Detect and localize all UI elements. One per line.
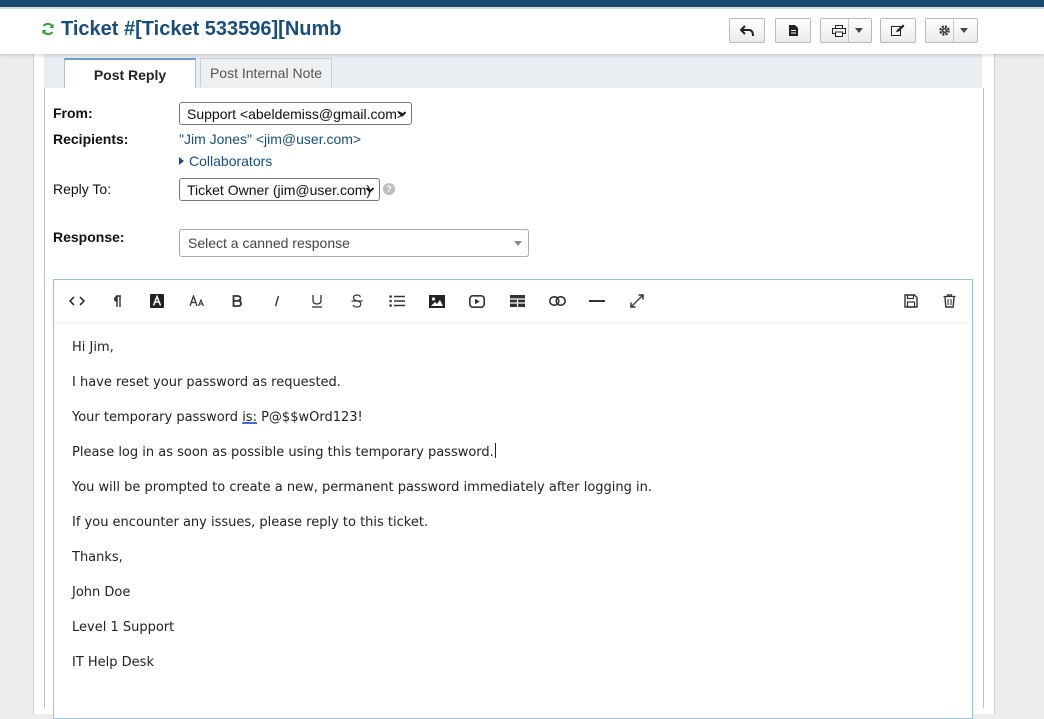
strikethrough-button[interactable] (347, 291, 367, 311)
chevron-down-icon (397, 111, 407, 117)
bulleted-list-button[interactable] (387, 291, 407, 311)
document-icon (788, 25, 798, 36)
from-select[interactable]: Support <abeldemiss@gmail.com> (179, 102, 412, 125)
recipients-label: Recipients: (53, 131, 129, 147)
chevron-down-icon[interactable] (959, 28, 968, 33)
message-line: I have reset your password as requested. (72, 375, 341, 390)
bold-button[interactable] (227, 291, 247, 311)
font-color-icon (150, 294, 164, 308)
message-line: Your temporary password is: P@$$wOrd123! (72, 408, 952, 443)
insert-image-button[interactable] (427, 291, 447, 311)
message-text: P@$$wOrd123! (256, 410, 363, 425)
chevron-down-icon (365, 187, 375, 193)
fullscreen-button[interactable] (627, 291, 647, 311)
strikethrough-icon (351, 294, 363, 308)
code-view-button[interactable] (67, 291, 87, 311)
reply-to-label: Reply To: (53, 181, 112, 197)
ticket-header: Ticket #[Ticket 533596][Numb (0, 9, 1044, 54)
message-line: Please log in as soon as possible using … (72, 443, 952, 478)
message-line: You will be prompted to create a new, pe… (72, 480, 653, 495)
italic-button[interactable] (267, 291, 287, 311)
tab-label: Post Reply (93, 66, 167, 83)
table-icon (509, 295, 525, 307)
message-line: If you encounter any issues, please repl… (72, 515, 429, 530)
font-size-icon (189, 295, 205, 307)
insert-video-button[interactable] (467, 291, 487, 311)
text-color-button[interactable] (147, 291, 167, 311)
response-label: Response: (53, 229, 125, 245)
canned-response-select[interactable]: Select a canned response (179, 229, 529, 257)
save-icon (904, 294, 918, 308)
edit-icon (891, 24, 905, 36)
image-icon (429, 294, 445, 308)
help-icon[interactable]: ? (383, 183, 395, 195)
message-text: Your temporary password (72, 410, 243, 425)
rich-text-editor[interactable]: Hi Jim, I have reset your password as re… (53, 279, 973, 719)
collaborators-label: Collaborators (189, 153, 273, 169)
from-label: From: (53, 105, 93, 121)
settings-button[interactable] (925, 18, 978, 43)
reply-button[interactable] (729, 18, 765, 43)
tab-bar: Post Reply Post Internal Note (44, 54, 982, 89)
reply-to-value: Ticket Owner (jim@user.com) (187, 181, 372, 198)
top-strip (0, 0, 1044, 7)
refresh-icon[interactable] (41, 22, 55, 36)
trash-icon (943, 294, 955, 308)
editor-toolbar (54, 280, 972, 322)
caret-right-icon (179, 157, 184, 165)
message-line: Hi Jim, (72, 340, 114, 355)
insert-link-button[interactable] (547, 291, 567, 311)
underline-icon (312, 295, 322, 308)
tab-post-internal-note[interactable]: Post Internal Note (200, 58, 332, 87)
split-divider (952, 19, 954, 42)
list-icon (389, 295, 405, 307)
link-icon (548, 296, 566, 306)
font-size-button[interactable] (187, 291, 207, 311)
page-title: Ticket #[Ticket 533596][Numb (61, 18, 342, 40)
video-icon (469, 294, 485, 308)
reply-icon (740, 24, 754, 36)
bold-icon (232, 295, 242, 307)
recipients-link[interactable]: "Jim Jones" <jim@user.com> (179, 131, 361, 147)
message-line: IT Help Desk (72, 655, 154, 670)
italic-icon (274, 295, 280, 307)
split-divider (847, 19, 849, 42)
message-line: Level 1 Support (72, 620, 175, 635)
message-text: Please log in as soon as possible using … (72, 445, 494, 460)
edit-button[interactable] (880, 18, 916, 43)
message-line: John Doe (72, 585, 131, 600)
text-cursor (494, 443, 496, 458)
message-line: Thanks, (72, 550, 123, 565)
gear-icon (938, 25, 950, 36)
print-pdf-button[interactable] (775, 18, 811, 43)
from-value: Support <abeldemiss@gmail.com> (187, 105, 406, 122)
reply-to-select[interactable]: Ticket Owner (jim@user.com) (179, 178, 380, 201)
chevron-down-icon[interactable] (854, 28, 863, 33)
delete-draft-button[interactable] (939, 291, 959, 311)
canned-response-placeholder: Select a canned response (188, 235, 350, 251)
collaborators-toggle[interactable]: Collaborators (179, 153, 272, 169)
tab-post-reply[interactable]: Post Reply (64, 58, 196, 89)
spellcheck-underlined-word: is: (242, 410, 257, 425)
insert-table-button[interactable] (507, 291, 527, 311)
expand-icon (630, 294, 644, 308)
paragraph-button[interactable] (107, 291, 127, 311)
horizontal-rule-button[interactable] (587, 291, 607, 311)
editor-content[interactable]: Hi Jim, I have reset your password as re… (72, 338, 952, 688)
underline-button[interactable] (307, 291, 327, 311)
save-draft-button[interactable] (901, 291, 921, 311)
tab-label: Post Internal Note (209, 65, 323, 81)
printer-icon (831, 24, 846, 37)
print-button[interactable] (820, 18, 872, 43)
chevron-down-icon (514, 241, 522, 246)
code-icon (69, 296, 85, 306)
pilcrow-icon (114, 294, 121, 307)
horizontal-rule-icon (589, 300, 605, 302)
